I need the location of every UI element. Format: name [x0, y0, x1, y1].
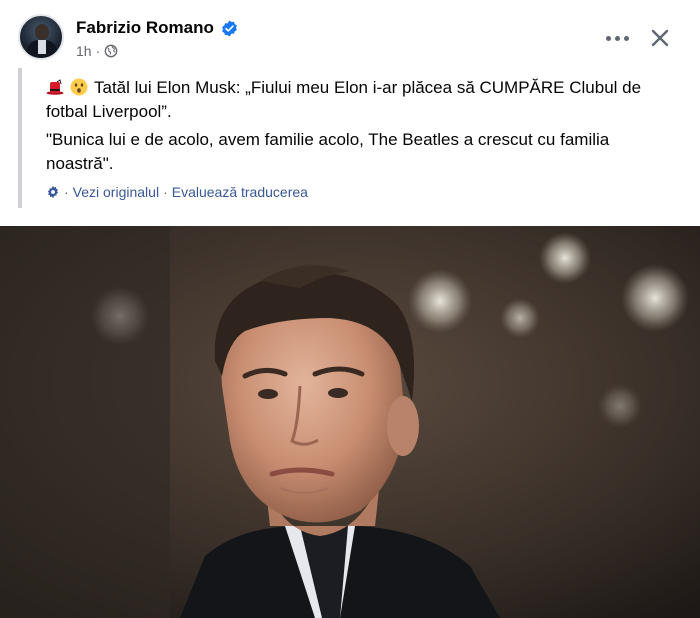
post-text-line2: "Bunica lui e de acolo, avem familie aco… [46, 130, 610, 173]
author-name[interactable]: Fabrizio Romano [76, 18, 214, 38]
post-text-line1-content: Tatăl lui Elon Musk: „Fiului meu Elon i-… [46, 78, 642, 121]
post-photo[interactable] [0, 226, 700, 618]
post-text-line1: Tatăl lui Elon Musk: „Fiului meu Elon i-… [46, 76, 686, 124]
post-meta: 1h · [76, 43, 118, 59]
rate-translation-link[interactable]: Evaluează traducerea [172, 184, 308, 200]
close-icon[interactable] [646, 24, 674, 52]
gear-icon[interactable] [46, 185, 60, 199]
translate-dot-2: · [163, 184, 168, 200]
portrait-image [0, 226, 700, 618]
see-original-link[interactable]: Vezi originalul [73, 184, 159, 200]
author-avatar[interactable] [18, 14, 64, 60]
post-time[interactable]: 1h [76, 43, 92, 59]
post-header: Fabrizio Romano 1h · [0, 0, 700, 66]
meta-separator: · [95, 43, 101, 59]
verified-badge-icon [222, 20, 237, 37]
more-options-icon[interactable] [600, 24, 634, 52]
translated-post-text: Tatăl lui Elon Musk: „Fiului meu Elon i-… [18, 68, 682, 208]
globe-icon[interactable] [104, 44, 118, 58]
red-hat-emoji [46, 79, 64, 95]
translate-dot-1: · [64, 184, 69, 200]
astonished-face-emoji [70, 78, 88, 96]
translation-controls: · Vezi originalul · Evaluează traducerea [46, 184, 308, 200]
